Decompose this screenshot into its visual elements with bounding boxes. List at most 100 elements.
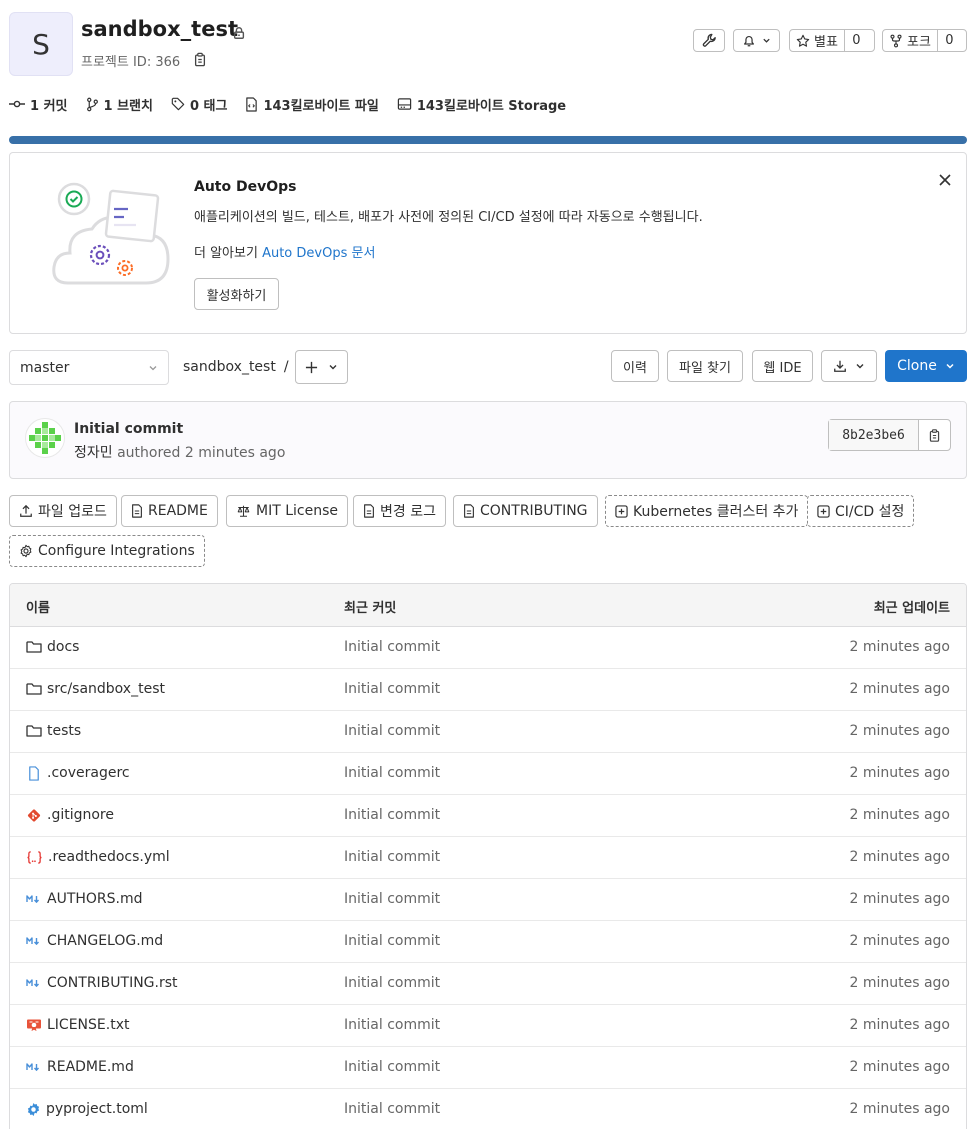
auto-devops-title: Auto DevOps	[194, 179, 297, 195]
fork-count[interactable]: 0	[936, 30, 961, 51]
author-avatar[interactable]	[25, 418, 65, 458]
file-name[interactable]: CONTRIBUTING.rst	[47, 975, 178, 991]
settings-button[interactable]	[693, 29, 725, 52]
stat-files[interactable]: 143킬로바이트 파일	[245, 95, 379, 114]
file-commit[interactable]: Initial commit	[344, 849, 440, 865]
table-row[interactable]: CHANGELOG.md Initial commit 2 minutes ag…	[10, 921, 966, 963]
enable-auto-devops-button[interactable]: 활성화하기	[194, 278, 279, 310]
web-ide-button[interactable]: 웹 IDE	[752, 350, 813, 382]
chevron-down-icon	[148, 363, 158, 373]
copy-project-id-icon[interactable]	[193, 52, 207, 67]
file-name[interactable]: README.md	[47, 1059, 134, 1075]
star-count[interactable]: 0	[843, 30, 868, 51]
readme-button[interactable]: README	[121, 495, 218, 527]
table-row[interactable]: docs Initial commit 2 minutes ago	[10, 627, 966, 669]
add-kubernetes-cluster-button[interactable]: Kubernetes 클러스터 추가	[605, 495, 809, 527]
breadcrumb: sandbox_test /	[183, 359, 289, 375]
file-name[interactable]: src/sandbox_test	[47, 681, 165, 697]
breadcrumb-project[interactable]: sandbox_test	[183, 359, 276, 375]
stat-storage[interactable]: 143킬로바이트 Storage	[397, 95, 566, 114]
table-row[interactable]: src/sandbox_test Initial commit 2 minute…	[10, 669, 966, 711]
file-commit[interactable]: Initial commit	[344, 807, 440, 823]
file-commit[interactable]: Initial commit	[344, 933, 440, 949]
readme-label: README	[148, 503, 208, 519]
add-kubernetes-label: Kubernetes 클러스터 추가	[633, 504, 799, 520]
download-button[interactable]	[821, 350, 877, 382]
table-row[interactable]: pyproject.toml Initial commit 2 minutes …	[10, 1089, 966, 1129]
changelog-label: 변경 로그	[380, 504, 436, 520]
branch-selector[interactable]: master	[9, 350, 169, 385]
contributing-label: CONTRIBUTING	[480, 503, 588, 519]
file-name[interactable]: AUTHORS.md	[47, 891, 143, 907]
history-button[interactable]: 이력	[611, 350, 659, 382]
chevron-down-icon	[762, 36, 771, 45]
configure-integrations-label: Configure Integrations	[38, 543, 195, 559]
file-name[interactable]: pyproject.toml	[46, 1101, 148, 1117]
clone-button[interactable]: Clone	[885, 350, 967, 382]
setup-cicd-button[interactable]: CI/CD 설정	[807, 495, 915, 527]
breadcrumb-separator: /	[283, 359, 289, 375]
file-commit[interactable]: Initial commit	[344, 1017, 440, 1033]
table-row[interactable]: CONTRIBUTING.rst Initial commit 2 minute…	[10, 963, 966, 1005]
add-to-tree-button[interactable]	[295, 350, 348, 384]
license-button[interactable]: MIT License	[226, 495, 348, 527]
file-commit[interactable]: Initial commit	[344, 975, 440, 991]
git-icon	[26, 808, 42, 823]
table-row[interactable]: LICENSE.txt Initial commit 2 minutes ago	[10, 1005, 966, 1047]
table-header: 이름 최근 커밋 최근 업데이트	[10, 584, 966, 627]
fork-button[interactable]: 포크 0	[882, 29, 967, 52]
file-name[interactable]: docs	[47, 639, 79, 655]
file-name[interactable]: tests	[47, 723, 81, 739]
table-row[interactable]: .gitignore Initial commit 2 minutes ago	[10, 795, 966, 837]
file-commit[interactable]: Initial commit	[344, 1059, 440, 1075]
project-avatar: S	[9, 12, 73, 76]
file-updated: 2 minutes ago	[849, 891, 950, 907]
configure-integrations-button[interactable]: Configure Integrations	[9, 535, 205, 567]
file-name[interactable]: .readthedocs.yml	[48, 849, 170, 865]
markdown-icon	[26, 893, 42, 905]
project-avatar-letter: S	[32, 27, 50, 61]
star-button[interactable]: 별표 0	[789, 29, 875, 52]
table-row[interactable]: README.md Initial commit 2 minutes ago	[10, 1047, 966, 1089]
file-commit[interactable]: Initial commit	[344, 723, 440, 739]
table-row[interactable]: tests Initial commit 2 minutes ago	[10, 711, 966, 753]
copy-sha-button[interactable]	[919, 420, 950, 450]
fork-label: 포크	[907, 35, 931, 50]
header-name: 이름	[26, 601, 50, 616]
file-updated: 2 minutes ago	[849, 681, 950, 697]
upload-file-button[interactable]: 파일 업로드	[9, 495, 117, 527]
file-updated: 2 minutes ago	[849, 765, 950, 781]
contributing-button[interactable]: CONTRIBUTING	[453, 495, 598, 527]
file-commit[interactable]: Initial commit	[344, 681, 440, 697]
file-name[interactable]: LICENSE.txt	[47, 1017, 129, 1033]
close-icon[interactable]	[938, 173, 952, 187]
find-file-button[interactable]: 파일 찾기	[667, 350, 743, 382]
stat-tags[interactable]: 0 태그	[171, 95, 227, 114]
commit-title[interactable]: Initial commit	[74, 421, 183, 437]
commit-sha[interactable]: 8b2e3be6	[829, 420, 919, 450]
auto-devops-docs-link[interactable]: Auto DevOps 문서	[262, 246, 375, 261]
commit-author[interactable]: 정자민	[74, 445, 113, 461]
markdown-icon	[26, 977, 42, 989]
table-row[interactable]: .coveragerc Initial commit 2 minutes ago	[10, 753, 966, 795]
notification-button[interactable]	[733, 29, 780, 52]
document-icon	[363, 504, 375, 518]
header-last-update: 최근 업데이트	[873, 601, 950, 616]
fork-icon	[889, 34, 903, 48]
file-commit[interactable]: Initial commit	[344, 639, 440, 655]
folder-icon	[26, 640, 42, 654]
table-row[interactable]: AUTHORS.md Initial commit 2 minutes ago	[10, 879, 966, 921]
changelog-button[interactable]: 변경 로그	[353, 495, 446, 527]
file-commit[interactable]: Initial commit	[344, 765, 440, 781]
file-name[interactable]: CHANGELOG.md	[47, 933, 163, 949]
stat-branches[interactable]: 1 브랜치	[86, 95, 153, 114]
stat-commits[interactable]: 1 커밋	[9, 95, 68, 114]
project-title: sandbox_test	[81, 17, 238, 41]
table-row[interactable]: .readthedocs.yml Initial commit 2 minute…	[10, 837, 966, 879]
upload-file-label: 파일 업로드	[38, 504, 107, 520]
file-commit[interactable]: Initial commit	[344, 891, 440, 907]
file-commit[interactable]: Initial commit	[344, 1101, 440, 1117]
download-icon	[833, 359, 847, 373]
file-name[interactable]: .gitignore	[47, 807, 114, 823]
file-name[interactable]: .coveragerc	[47, 765, 130, 781]
